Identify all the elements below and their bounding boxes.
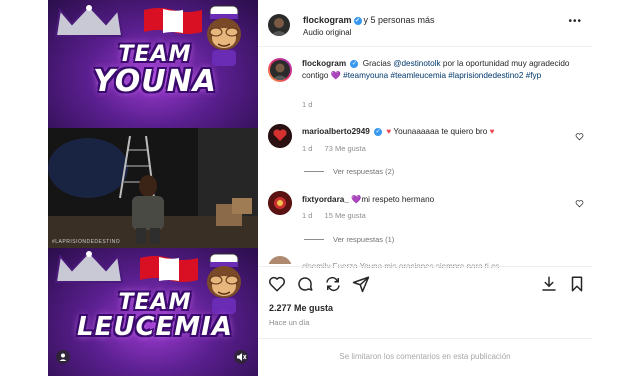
comments-limited-notice: Se limitaron los comentarios en esta pub… [339, 352, 511, 361]
user-icon [59, 353, 67, 361]
profile-photo-icon [268, 124, 292, 148]
avatar[interactable] [268, 124, 292, 148]
replies-divider [304, 171, 324, 172]
action-bar [268, 275, 588, 295]
comment-likes[interactable]: 73 Me gusta [325, 144, 366, 153]
comment-meta: 1 d 15 Me gusta [302, 211, 376, 220]
share-icon[interactable] [324, 275, 342, 293]
tagged-users-button[interactable] [56, 350, 70, 364]
hashtags-link[interactable]: #teamyouna #teamleucemia #laprisiondedes… [343, 71, 541, 80]
red-heart-emoji: ♥ [386, 127, 392, 136]
comment-time: 1 d [302, 144, 313, 153]
caption-text: flockogram ✓ Gracias @destinotolk por la… [302, 58, 572, 82]
heart-icon[interactable] [268, 275, 286, 293]
comment-time: 1 d [302, 211, 313, 220]
caption-meta: 1 d [302, 100, 322, 109]
profile-photo-icon [270, 60, 290, 80]
verified-badge-icon: ✓ [353, 16, 362, 25]
comment-meta: 1 d 73 Me gusta [302, 144, 376, 153]
crown-icon [54, 4, 124, 37]
comment-body: mi respeto hermano [361, 195, 435, 204]
comment-username[interactable]: fixtyordara_ [302, 195, 349, 204]
profile-photo-icon [270, 18, 288, 36]
comment-body: Younaaaaaa te quiero bro [393, 127, 488, 136]
partial-comment-text: clsemily Fuerza Youna mis oraciones siem… [302, 262, 500, 268]
avatar[interactable] [268, 14, 290, 36]
media-panel-team-youna: TEAM YOUNA [48, 0, 258, 128]
peru-flag-icon [140, 256, 198, 282]
header-collab-text[interactable]: y 5 personas más [364, 15, 435, 25]
profile-photo-icon [268, 191, 292, 215]
caption-time: 1 d [302, 100, 313, 109]
peru-flag-icon [144, 8, 202, 34]
comment-like-heart-icon[interactable] [575, 199, 584, 208]
avatar[interactable] [268, 191, 292, 215]
verified-badge-icon: ✓ [350, 59, 359, 68]
comment-text: marioalberto2949 ✓ ♥ Younaaaaaa te quier… [302, 126, 572, 138]
avatar[interactable] [268, 58, 292, 82]
view-replies-link[interactable]: Ver respuestas (2) [333, 167, 394, 176]
media-watermark: #LAPRISIONDEDESTINO [52, 239, 121, 245]
comment-likes[interactable]: 15 Me gusta [325, 211, 366, 220]
header-user-line: flockogram ✓ y 5 personas más [303, 15, 435, 25]
crown-icon [54, 250, 124, 283]
comment-like-heart-icon[interactable] [575, 132, 584, 141]
audio-link[interactable]: Audio original [303, 28, 351, 37]
likes-count[interactable]: 2.277 Me gusta [269, 303, 333, 313]
post-header: flockogram ✓ y 5 personas más Audio origin… [262, 10, 592, 40]
purple-heart-emoji: 💜 [330, 71, 341, 80]
caption-text-part: Gracias [362, 59, 394, 68]
more-horizontal-icon[interactable]: ••• [568, 16, 582, 27]
page-margin-left [0, 0, 48, 376]
media-top-line2: YOUNA [93, 64, 217, 99]
replies-divider [304, 239, 324, 240]
download-icon[interactable] [540, 275, 558, 293]
bookmark-icon[interactable] [568, 275, 586, 293]
mute-button[interactable] [234, 350, 248, 364]
red-heart-emoji: ♥ [489, 127, 495, 136]
comment-username[interactable]: marioalberto2949 [302, 127, 370, 136]
send-icon[interactable] [352, 275, 370, 293]
verified-badge-icon: ✓ [374, 127, 383, 136]
comment-text: fixtyordara_ 💜mi respeto hermano [302, 194, 572, 206]
room-scene-image [48, 128, 258, 248]
post-time[interactable]: Hace un día [269, 318, 309, 327]
speaker-muted-icon [237, 353, 247, 361]
header-username[interactable]: flockogram [303, 15, 352, 25]
post-media[interactable]: TEAM YOUNA #LAPRISIONDEDESTINO TEAM LEUC… [48, 0, 258, 376]
avatar[interactable] [268, 256, 292, 264]
header-divider [258, 46, 592, 47]
actions-divider [258, 266, 592, 267]
media-bottom-line2: LEUCEMIA [77, 312, 233, 342]
page-margin-right [592, 0, 640, 376]
caption-username[interactable]: flockogram [302, 59, 346, 68]
view-replies-link[interactable]: Ver respuestas (1) [333, 235, 394, 244]
media-panel-photo: #LAPRISIONDEDESTINO [48, 128, 258, 248]
purple-heart-emoji: 💜 [351, 195, 362, 204]
media-panel-team-leucemia: TEAM LEUCEMIA [48, 248, 258, 376]
mention-link[interactable]: @destinotolk [393, 59, 440, 68]
footer-divider [258, 338, 592, 339]
comment-icon[interactable] [296, 275, 314, 293]
